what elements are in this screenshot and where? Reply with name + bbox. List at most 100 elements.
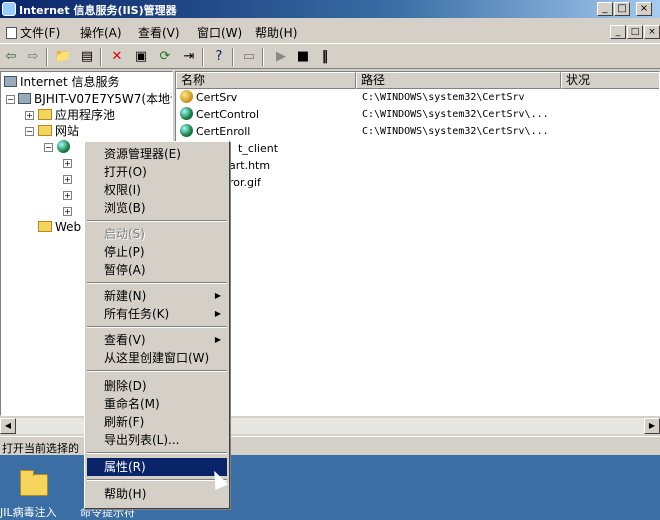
play-icon[interactable]: ▶ (272, 48, 290, 66)
tree-websites-label: 网站 (55, 124, 80, 138)
list-item-name: CertSrv (196, 91, 238, 104)
expand-icon[interactable]: + (25, 111, 34, 120)
desktop-icon-label[interactable]: JIL病毒注入 (0, 504, 57, 520)
expand-icon[interactable]: + (63, 191, 72, 200)
ctx-help[interactable]: 帮助(H) (87, 485, 227, 503)
ctx-browse[interactable]: 浏览(B) (87, 199, 227, 217)
ctx-view[interactable]: 查看(V) ▶ (87, 331, 227, 349)
export-icon[interactable]: ⇥ (180, 48, 198, 66)
forward-icon[interactable]: ⇨ (24, 48, 42, 66)
stop-icon[interactable]: ■ (294, 48, 312, 66)
tree-websites[interactable]: 网站 (38, 123, 79, 139)
expand-icon[interactable]: + (63, 159, 72, 168)
title-bar[interactable]: Internet 信息服务(IIS)管理器 _ □ × (0, 0, 660, 18)
scroll-right-icon[interactable]: ▶ (644, 418, 660, 434)
column-header-status[interactable]: 状况 (561, 72, 659, 89)
ctx-all-tasks[interactable]: 所有任务(K) ▶ (87, 305, 227, 323)
folder-icon (38, 109, 52, 120)
properties-icon[interactable]: ▣ (132, 48, 150, 66)
menu-help[interactable]: 帮助(H) (255, 24, 297, 41)
list-item-path: C:\WINDOWS\system32\CertSrv (362, 92, 525, 103)
cert-icon (180, 90, 193, 103)
list-pane[interactable]: 名称 路径 状况 CertSrv C:\WINDOWS\system32\Cer… (175, 71, 660, 416)
mdi-close-button[interactable]: × (644, 25, 660, 39)
window-title: Internet 信息服务(IIS)管理器 (19, 4, 177, 17)
globe-icon (180, 107, 193, 120)
tree-server-label: BJHIT-V07E7Y5W7(本地计 (34, 92, 173, 106)
menu-action[interactable]: 操作(A) (80, 24, 122, 41)
mdi-restore-button[interactable]: □ (627, 25, 643, 39)
help-icon[interactable]: ? (210, 48, 228, 66)
expand-icon[interactable]: + (63, 207, 72, 216)
tree-app-pools[interactable]: 应用程序池 (38, 107, 115, 123)
ctx-new[interactable]: 新建(N) ▶ (87, 287, 227, 305)
list-item[interactable]: art.htm (229, 158, 659, 174)
toolbar-separator (232, 48, 234, 66)
list-item-path: C:\WINDOWS\system32\CertSrv\... (362, 126, 549, 137)
collapse-icon[interactable]: − (25, 127, 34, 136)
context-menu: 资源管理器(E) 打开(O) 权限(I) 浏览(B) 启动(S) 停止(P) 暂… (84, 141, 230, 509)
list-item-name: art.htm (229, 159, 271, 172)
collapse-icon[interactable]: − (6, 95, 15, 104)
file-icon (6, 27, 17, 39)
ctx-properties[interactable]: 属性(R) (87, 458, 227, 476)
submenu-arrow-icon: ▶ (214, 309, 221, 318)
mdi-minimize-button[interactable]: _ (610, 25, 626, 39)
ctx-open[interactable]: 打开(O) (87, 163, 227, 181)
list-item[interactable]: CertEnroll C:\WINDOWS\system32\CertSrv\.… (180, 124, 658, 140)
maximize-button[interactable]: □ (614, 2, 630, 16)
expand-icon[interactable]: + (63, 175, 72, 184)
refresh-icon[interactable]: ⟳ (156, 48, 174, 66)
tree-root[interactable]: Internet 信息服务 (4, 74, 119, 90)
iis-icon (4, 76, 17, 87)
list-item[interactable]: CertControl C:\WINDOWS\system32\CertSrv\… (180, 107, 658, 123)
ctx-pause[interactable]: 暂停(A) (87, 261, 227, 279)
tree-server[interactable]: BJHIT-V07E7Y5W7(本地计 (18, 91, 173, 107)
column-header-name[interactable]: 名称 (176, 72, 356, 89)
tree-app-pools-label: 应用程序池 (55, 108, 116, 122)
menu-file[interactable]: 文件(F) (6, 24, 60, 41)
ctx-start: 启动(S) (104, 227, 145, 241)
ctx-stop[interactable]: 停止(P) (87, 243, 227, 261)
ctx-explore[interactable]: 资源管理器(E) (87, 145, 227, 163)
tree-web-ext[interactable]: Web (38, 219, 81, 235)
list-item-name: t_client (238, 142, 279, 155)
server-icon (18, 93, 31, 104)
ctx-delete[interactable]: 删除(D) (87, 377, 227, 395)
list-horizontal-scrollbar[interactable]: ▶ (175, 418, 660, 434)
menu-file-label: 文件(F) (20, 26, 61, 40)
collapse-icon[interactable]: − (44, 143, 53, 152)
submenu-arrow-icon: ▶ (214, 335, 221, 344)
list-item[interactable]: ror.gif (229, 175, 659, 191)
list-item[interactable]: t_client (238, 141, 659, 157)
minimize-button[interactable]: _ (597, 2, 613, 16)
ctx-refresh[interactable]: 刷新(F) (87, 413, 227, 431)
menu-separator (87, 326, 227, 328)
submenu-arrow-icon: ▶ (214, 291, 221, 300)
ctx-permissions[interactable]: 权限(I) (87, 181, 227, 199)
show-tree-icon[interactable]: ▤ (78, 48, 96, 66)
ctx-export-list[interactable]: 导出列表(L)... (87, 431, 227, 449)
computer-icon[interactable]: ▭ (240, 48, 258, 66)
close-button[interactable]: × (636, 2, 652, 16)
iis-app-icon (2, 2, 16, 16)
ctx-new-window[interactable]: 从这里创建窗口(W) (87, 349, 227, 367)
ctx-all-tasks-label: 所有任务(K) (104, 307, 170, 321)
list-item-name: CertEnroll (196, 125, 251, 138)
column-header-path[interactable]: 路径 (356, 72, 561, 89)
scroll-left-icon[interactable]: ◀ (0, 418, 16, 434)
up-folder-icon[interactable]: 📁 (54, 48, 72, 66)
back-icon[interactable]: ⇦ (2, 48, 20, 66)
menu-window[interactable]: 窗口(W) (197, 24, 242, 41)
ctx-new-label: 新建(N) (104, 289, 147, 303)
tree-web-ext-label: Web (55, 220, 82, 234)
delete-icon[interactable]: ✕ (108, 48, 126, 66)
menu-view[interactable]: 查看(V) (138, 24, 180, 41)
toolbar-separator (262, 48, 264, 66)
ctx-rename[interactable]: 重命名(M) (87, 395, 227, 413)
list-item-name: ror.gif (229, 176, 261, 189)
pause-icon[interactable]: ‖ (316, 48, 334, 66)
menu-separator (87, 370, 227, 372)
tree-default-website[interactable] (57, 139, 73, 155)
list-item[interactable]: CertSrv C:\WINDOWS\system32\CertSrv (180, 90, 658, 106)
